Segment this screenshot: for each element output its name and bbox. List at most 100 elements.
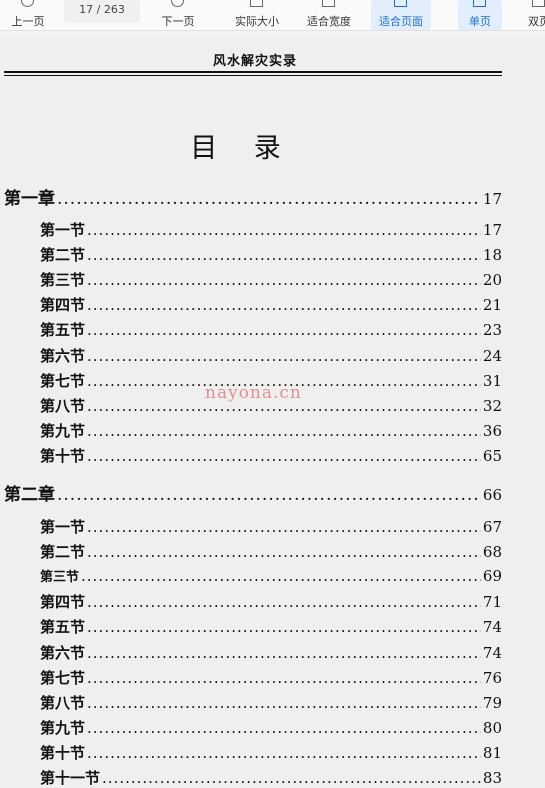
toc-leader-dots: ........................................… bbox=[87, 346, 481, 365]
toc-leader-dots: ........................................… bbox=[81, 567, 481, 586]
toc-section-page: 20 bbox=[482, 271, 502, 290]
fit-page-button[interactable]: 适合页面 bbox=[371, 0, 431, 30]
toc-section-label: 第八节 bbox=[40, 396, 86, 415]
toc-leader-dots: ........................................… bbox=[87, 421, 481, 440]
fit-width-label: 适合宽度 bbox=[307, 15, 351, 28]
toc-section-page: 31 bbox=[482, 371, 502, 390]
header-rule-thick bbox=[4, 71, 502, 73]
toc-section-label: 第四节 bbox=[40, 296, 86, 315]
header-rule-thin bbox=[4, 75, 502, 76]
toc-chapter-page: 17 bbox=[482, 190, 502, 208]
prev-page-button[interactable]: 上一页 bbox=[6, 0, 50, 30]
toc-section-row[interactable]: 第九节.....................................… bbox=[40, 420, 502, 441]
page-current-input[interactable]: 17 bbox=[79, 3, 93, 16]
next-page-label: 下一页 bbox=[161, 15, 195, 28]
toc-chapter-row[interactable]: 第一章.....................................… bbox=[4, 184, 502, 209]
fit-width-icon bbox=[300, 0, 358, 14]
fit-width-button[interactable]: 适合宽度 bbox=[300, 0, 358, 30]
actual-size-icon bbox=[228, 0, 286, 14]
actual-size-label: 实际大小 bbox=[235, 15, 279, 28]
toc-section-row[interactable]: 第四节.....................................… bbox=[40, 294, 502, 315]
toc-section-label: 第九节 bbox=[40, 421, 86, 440]
toc-leader-dots: ........................................… bbox=[102, 769, 481, 787]
toc-section-row[interactable]: 第十节.....................................… bbox=[40, 742, 502, 763]
single-page-label: 单页 bbox=[469, 15, 491, 28]
toc-section-row[interactable]: 第七节.....................................… bbox=[40, 667, 502, 688]
toc-section-row[interactable]: 第五节.....................................… bbox=[40, 319, 502, 340]
toc-chapter-row[interactable]: 第二章.....................................… bbox=[4, 480, 502, 505]
toc-section-row[interactable]: 第八节.....................................… bbox=[40, 692, 502, 713]
toc-section-label: 第十一节 bbox=[40, 769, 101, 787]
toc-section-row[interactable]: 第四节.....................................… bbox=[40, 591, 502, 612]
toc-leader-dots: ........................................… bbox=[87, 518, 481, 536]
viewer-toolbar: 上一页 17 / 263 下一页 实际大小 适合宽度 适合页面 单页 双页 bbox=[0, 0, 545, 31]
toc-section-page: 23 bbox=[482, 321, 502, 340]
toc-leader-dots: ........................................… bbox=[87, 693, 481, 712]
toc-section-label: 第六节 bbox=[40, 643, 86, 662]
toc-section-label: 第十节 bbox=[40, 743, 86, 762]
toc-section-label: 第五节 bbox=[40, 321, 86, 340]
toc-section-page: 67 bbox=[482, 518, 502, 536]
toc-section-row[interactable]: 第三节.....................................… bbox=[40, 269, 502, 290]
toc-leader-dots: ........................................… bbox=[87, 593, 481, 612]
toc-chapter-label: 第一章 bbox=[4, 189, 55, 209]
toc-section-page: 76 bbox=[482, 668, 502, 687]
toc-section-row[interactable]: 第六节.....................................… bbox=[40, 642, 502, 663]
toc-section-page: 80 bbox=[482, 718, 502, 737]
toc-leader-dots: ........................................… bbox=[87, 321, 481, 340]
toc-section-page: 32 bbox=[482, 396, 502, 415]
toc-leader-dots: ........................................… bbox=[87, 246, 481, 265]
toc-section-page: 74 bbox=[482, 618, 502, 637]
single-page-button[interactable]: 单页 bbox=[458, 0, 502, 30]
toc-section-row[interactable]: 第九节.....................................… bbox=[40, 717, 502, 738]
toc-section-page: 79 bbox=[482, 693, 502, 712]
page-indicator[interactable]: 17 / 263 bbox=[64, 0, 140, 23]
toc-section-label: 第三节 bbox=[40, 271, 86, 290]
toc-section-row[interactable]: 第一节.....................................… bbox=[40, 219, 502, 240]
toc-section-row[interactable]: 第三节.....................................… bbox=[40, 566, 502, 585]
toc-section-row[interactable]: 第二节.....................................… bbox=[40, 244, 502, 265]
toc-section-page: 21 bbox=[482, 296, 502, 315]
toc-section-row[interactable]: 第六节.....................................… bbox=[40, 345, 502, 366]
toc-section-label: 第二节 bbox=[40, 543, 86, 562]
actual-size-button[interactable]: 实际大小 bbox=[228, 0, 286, 30]
document-page: 风水解灾实录 目 录 第一章..........................… bbox=[0, 38, 545, 788]
toc-section-label: 第四节 bbox=[40, 593, 86, 612]
toc-leader-dots: ........................................… bbox=[57, 189, 481, 209]
toc-section-row[interactable]: 第二节.....................................… bbox=[40, 541, 502, 562]
toc-section-page: 74 bbox=[482, 643, 502, 662]
toc-section-row[interactable]: 第五节.....................................… bbox=[40, 616, 502, 637]
toc-section-label: 第七节 bbox=[40, 371, 86, 390]
running-head: 风水解灾实录 bbox=[212, 54, 297, 69]
double-page-label: 双页 bbox=[528, 15, 545, 28]
toc-leader-dots: ........................................… bbox=[87, 446, 481, 465]
toc-leader-dots: ........................................… bbox=[57, 485, 481, 505]
toc-leader-dots: ........................................… bbox=[87, 221, 481, 239]
chevron-right-icon bbox=[155, 0, 201, 14]
watermark: nayona.cn bbox=[205, 383, 302, 403]
double-page-button[interactable]: 双页 bbox=[519, 0, 545, 30]
next-page-button[interactable]: 下一页 bbox=[155, 0, 201, 30]
toc-section-label: 第五节 bbox=[40, 618, 86, 637]
toc-chapter-label: 第二章 bbox=[4, 485, 55, 505]
fit-page-label: 适合页面 bbox=[379, 15, 423, 28]
toc-chapter-page: 66 bbox=[482, 486, 502, 504]
toc-section-page: 69 bbox=[482, 567, 502, 586]
toc-section-label: 第七节 bbox=[40, 668, 86, 687]
toc-section-label: 第六节 bbox=[40, 346, 86, 365]
toc-section-page: 36 bbox=[482, 421, 502, 440]
toc-section-page: 71 bbox=[482, 593, 502, 612]
toc-section-page: 17 bbox=[482, 221, 502, 239]
toc-section-label: 第二节 bbox=[40, 246, 86, 265]
toc-section-page: 65 bbox=[482, 446, 502, 465]
toc-leader-dots: ........................................… bbox=[87, 618, 481, 637]
toc-title: 目 录 bbox=[190, 133, 295, 164]
toc-leader-dots: ........................................… bbox=[87, 296, 481, 315]
prev-page-label: 上一页 bbox=[11, 15, 45, 28]
toc-leader-dots: ........................................… bbox=[87, 743, 481, 762]
toc-section-page: 83 bbox=[482, 769, 502, 787]
toc-section-row[interactable]: 第一节.....................................… bbox=[40, 516, 502, 537]
toc-section-row[interactable]: 第十节.....................................… bbox=[40, 445, 502, 466]
toc-section-label: 第三节 bbox=[40, 570, 80, 586]
toc-section-row[interactable]: 第十一节....................................… bbox=[40, 767, 502, 788]
